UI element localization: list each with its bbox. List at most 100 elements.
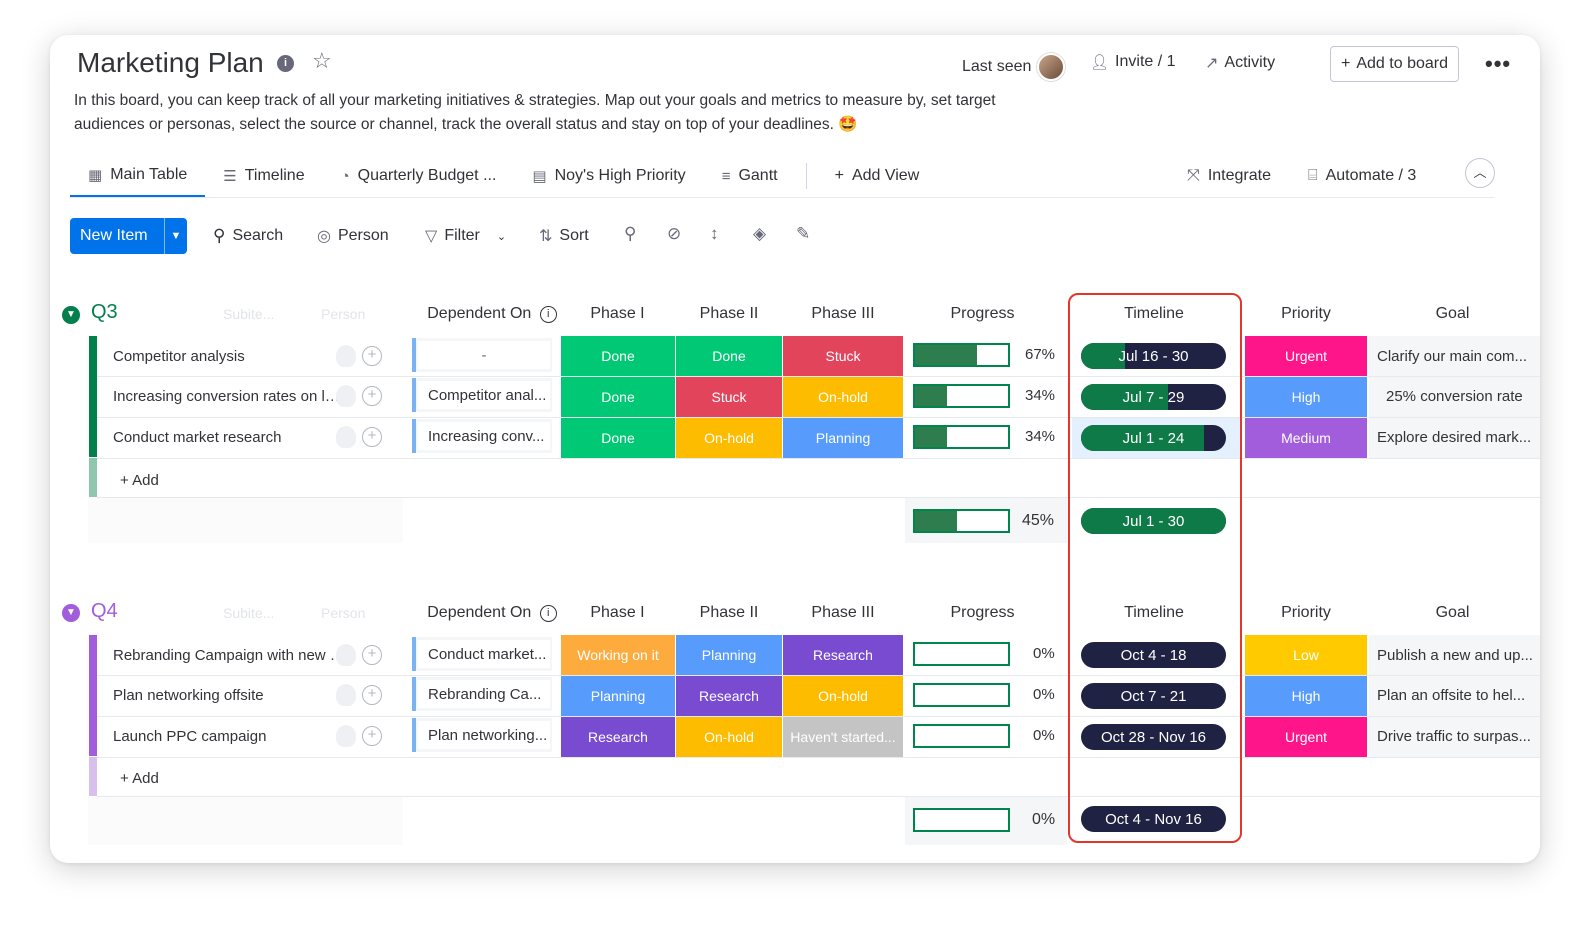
add-person-icon[interactable]: + — [362, 346, 382, 366]
phase1-status[interactable]: Done — [561, 377, 675, 417]
person-placeholder[interactable] — [336, 426, 356, 448]
collapse-header-button[interactable]: ︿ — [1465, 158, 1495, 188]
tab-timeline[interactable]: ☰ Timeline — [205, 155, 322, 197]
phase2-header[interactable]: Phase II — [676, 305, 782, 323]
add-to-board-button[interactable]: + Add to board — [1330, 46, 1459, 82]
add-person-icon[interactable]: + — [362, 685, 382, 705]
goal-text[interactable]: Publish a new and up... — [1377, 647, 1537, 664]
priority-status[interactable]: Urgent — [1245, 336, 1367, 376]
add-person-icon[interactable]: + — [362, 427, 382, 447]
progress-header[interactable]: Progress — [905, 305, 1060, 323]
phase1-header[interactable]: Phase I — [560, 604, 675, 622]
tab-quarterly-budget[interactable]: ◔ Quarterly Budget ... — [323, 155, 515, 197]
automate-button[interactable]: ⌸ Automate / 3 — [1308, 156, 1416, 196]
priority-status[interactable]: Medium — [1245, 418, 1367, 458]
phase2-status[interactable]: Planning — [676, 635, 782, 675]
priority-header[interactable]: Priority — [1245, 305, 1367, 323]
goal-header[interactable]: Goal — [1370, 305, 1535, 323]
priority-status[interactable]: High — [1245, 377, 1367, 417]
item-name[interactable]: Rebranding Campaign with new lo... — [113, 647, 346, 664]
person-placeholder[interactable] — [336, 345, 356, 367]
phase3-status[interactable]: Research — [783, 635, 903, 675]
phase2-status[interactable]: On-hold — [676, 418, 782, 458]
item-name[interactable]: Competitor analysis — [113, 348, 346, 365]
phase2-status[interactable]: On-hold — [676, 717, 782, 757]
pin-icon[interactable]: ⚲ — [624, 224, 636, 244]
phase3-header[interactable]: Phase III — [783, 604, 903, 622]
priority-status[interactable]: Low — [1245, 635, 1367, 675]
priority-status[interactable]: Urgent — [1245, 717, 1367, 757]
invite-button[interactable]: 👤︎ Invite / 1 — [1090, 53, 1176, 71]
hide-icon[interactable]: ⊘ — [667, 224, 681, 244]
phase2-status[interactable]: Stuck — [676, 377, 782, 417]
add-person-icon[interactable]: + — [362, 645, 382, 665]
item-name[interactable]: Conduct market research — [113, 429, 346, 446]
dependent-on-header[interactable]: Dependent On i — [426, 604, 558, 622]
goal-text[interactable]: Plan an offsite to hel... — [1377, 687, 1537, 704]
chevron-down-icon[interactable]: ▼ — [164, 218, 187, 254]
person-filter-button[interactable]: ◎ Person — [317, 218, 389, 254]
dependent-on-header[interactable]: Dependent On i — [426, 305, 558, 323]
person-placeholder[interactable] — [336, 725, 356, 747]
add-view-button[interactable]: + Add View — [817, 155, 938, 197]
info-icon[interactable]: i — [277, 55, 294, 72]
more-options-icon[interactable]: ••• — [1485, 51, 1511, 77]
goal-text[interactable]: Clarify our main com... — [1377, 348, 1537, 365]
phase1-status[interactable]: Research — [561, 717, 675, 757]
phase3-status[interactable]: On-hold — [783, 676, 903, 716]
dependent-on-cell[interactable]: Rebranding Ca... — [412, 677, 552, 711]
group-title[interactable]: Q3 — [91, 301, 118, 324]
info-icon[interactable]: i — [539, 605, 557, 622]
row-height-icon[interactable]: ↕ — [710, 224, 719, 244]
add-item-row[interactable]: + Add — [120, 770, 159, 787]
goal-text[interactable]: 25% conversion rate — [1386, 388, 1538, 405]
phase1-header[interactable]: Phase I — [560, 305, 675, 323]
goal-header[interactable]: Goal — [1370, 604, 1535, 622]
add-item-row[interactable]: + Add — [120, 472, 159, 489]
tab-main-table[interactable]: ▦ Main Table — [70, 155, 206, 197]
add-person-icon[interactable]: + — [362, 386, 382, 406]
goal-text[interactable]: Explore desired mark... — [1377, 429, 1537, 446]
chevron-down-icon[interactable]: ⌄ — [497, 230, 506, 243]
phase3-status[interactable]: Haven't started... — [783, 717, 903, 757]
new-item-button[interactable]: New Item ▼ — [70, 218, 187, 254]
last-seen[interactable]: Last seen — [962, 53, 1066, 81]
integrate-button[interactable]: ⤧ Integrate — [1187, 156, 1271, 196]
person-placeholder[interactable] — [336, 385, 356, 407]
dependent-on-cell[interactable]: Increasing conv... — [412, 419, 552, 453]
progress-header[interactable]: Progress — [905, 604, 1060, 622]
goal-text[interactable]: Drive traffic to surpas... — [1377, 728, 1537, 745]
item-name[interactable]: Launch PPC campaign — [113, 728, 346, 745]
priority-status[interactable]: High — [1245, 676, 1367, 716]
phase1-status[interactable]: Done — [561, 336, 675, 376]
sort-button[interactable]: ⇅ Sort — [539, 218, 589, 254]
activity-button[interactable]: ↗ Activity — [1205, 53, 1275, 73]
filter-button[interactable]: ▽ Filter ⌄ — [425, 218, 506, 254]
dependent-on-cell[interactable]: Plan networking... — [412, 718, 552, 752]
phase1-status[interactable]: Working on it — [561, 635, 675, 675]
dependent-on-cell[interactable]: - — [412, 338, 552, 372]
add-person-icon[interactable]: + — [362, 726, 382, 746]
group-title[interactable]: Q4 — [91, 600, 118, 623]
person-placeholder[interactable] — [336, 644, 356, 666]
phase3-status[interactable]: Stuck — [783, 336, 903, 376]
priority-header[interactable]: Priority — [1245, 604, 1367, 622]
phase1-status[interactable]: Done — [561, 418, 675, 458]
group-collapse-toggle[interactable]: ▼ — [62, 306, 80, 324]
phase2-status[interactable]: Done — [676, 336, 782, 376]
search-button[interactable]: ⚲ Search — [213, 218, 283, 254]
paint-bucket-icon[interactable]: ◈ — [753, 224, 766, 244]
phase3-status[interactable]: On-hold — [783, 377, 903, 417]
tab-gantt[interactable]: ≡ Gantt — [704, 155, 796, 197]
item-name[interactable]: Plan networking offsite — [113, 687, 346, 704]
board-title[interactable]: Marketing Plan — [77, 47, 264, 79]
phase3-status[interactable]: Planning — [783, 418, 903, 458]
phase3-header[interactable]: Phase III — [783, 305, 903, 323]
dependent-on-cell[interactable]: Conduct market... — [412, 637, 552, 671]
star-icon[interactable]: ☆ — [312, 50, 332, 72]
edit-icon[interactable]: ✎ — [796, 224, 810, 244]
group-collapse-toggle[interactable]: ▼ — [62, 604, 80, 622]
phase2-status[interactable]: Research — [676, 676, 782, 716]
phase2-header[interactable]: Phase II — [676, 604, 782, 622]
person-placeholder[interactable] — [336, 684, 356, 706]
